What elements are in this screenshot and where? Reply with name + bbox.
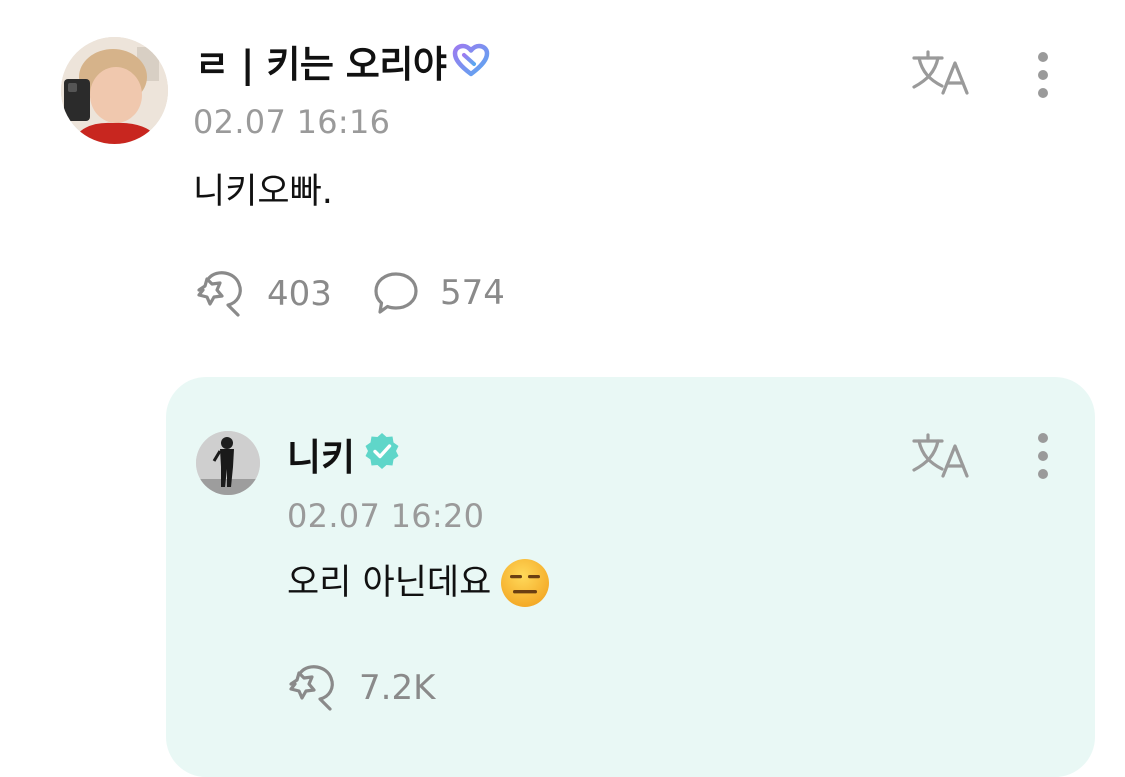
- more-vertical-icon: [1038, 433, 1048, 479]
- reply-translate-button[interactable]: [908, 430, 974, 482]
- reply-text: 오리 아닌데요: [287, 563, 492, 603]
- post-more-options-button[interactable]: [1028, 45, 1058, 105]
- post-like-count: 403: [267, 274, 332, 314]
- reply-author-name-text: 니키: [287, 435, 356, 479]
- like-stamp-icon: [289, 665, 334, 711]
- post-author-name[interactable]: ㄹ | 키는 오리야: [195, 40, 490, 90]
- comment-bubble-icon: [374, 272, 418, 314]
- post-comment-count: 574: [440, 273, 505, 313]
- expressionless-face-emoji-icon: [501, 559, 550, 607]
- verified-badge-icon: [363, 432, 401, 483]
- post-comment-button[interactable]: 574: [372, 270, 505, 316]
- reply-timestamp: 02.07 16:20: [287, 497, 485, 535]
- heart-membership-badge-icon: [452, 40, 490, 90]
- reply-like-button[interactable]: 7.2K: [285, 664, 435, 712]
- reply-author-name[interactable]: 니키: [287, 432, 401, 483]
- post-translate-button[interactable]: [908, 47, 974, 99]
- reply-text-row: 오리 아닌데요: [287, 557, 551, 609]
- translate-icon: [912, 50, 969, 95]
- reply-like-count: 7.2K: [359, 668, 436, 708]
- post-timestamp: 02.07 16:16: [193, 103, 391, 141]
- more-vertical-icon: [1038, 52, 1048, 98]
- like-stamp-icon: [197, 271, 242, 317]
- artist-photo-avatar-icon: [196, 431, 260, 495]
- translate-icon: [912, 433, 969, 478]
- post-author-name-text: ㄹ | 키는 오리야: [195, 43, 447, 86]
- post-text: 니키오빠.: [193, 172, 333, 212]
- post-author-avatar[interactable]: [61, 37, 168, 144]
- reply-more-options-button[interactable]: [1028, 426, 1058, 486]
- user-photo-avatar-icon: [61, 37, 168, 144]
- reply-author-avatar[interactable]: [196, 431, 260, 495]
- post-like-button[interactable]: 403: [193, 270, 332, 318]
